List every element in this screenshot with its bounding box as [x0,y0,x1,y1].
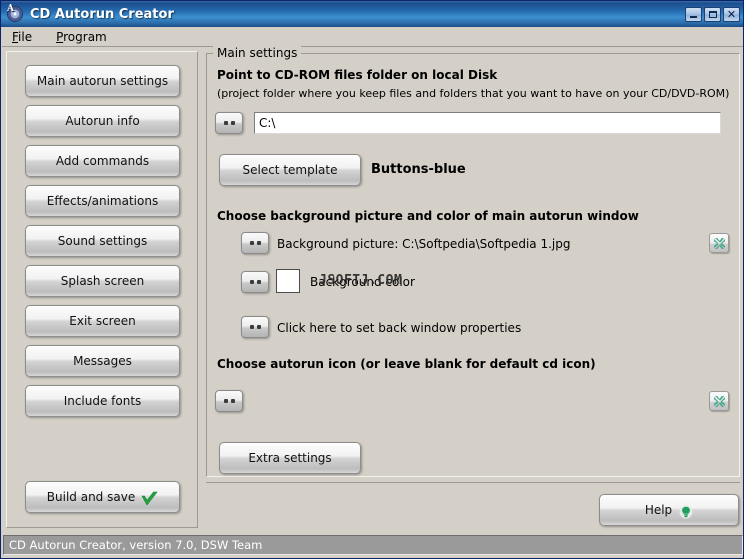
menu-bar: File Program [2,27,743,47]
menu-item-program[interactable]: Program [54,28,117,46]
extra-settings-label: Extra settings [248,451,332,465]
browse-background-color-button[interactable] [241,271,269,293]
background-color-swatch[interactable] [276,269,300,293]
browse-folder-button[interactable] [215,112,243,134]
cd-disc-icon: A [6,4,24,23]
build-and-save-label: Build and save [46,490,136,504]
sidebar-item-effects-animations[interactable]: Effects/animations [25,185,180,217]
sidebar-item-splash-screen[interactable]: Splash screen [25,265,180,297]
menu-program-rest: rogram [63,29,107,44]
sidebar-item-label: Include fonts [63,394,142,408]
help-label: Help [644,503,673,517]
back-window-properties-label: Click here to set back window properties [277,321,522,335]
browse-background-picture-button[interactable] [241,232,269,254]
back-window-properties-button[interactable] [241,316,269,338]
sidebar-item-include-fonts[interactable]: Include fonts [25,385,180,417]
folder-section-heading: Point to CD-ROM files folder on local Di… [217,68,498,82]
browse-autorun-icon-button[interactable] [215,390,243,412]
menu-file-rest: ile [18,29,33,44]
sidebar-item-label: Add commands [55,154,150,168]
help-button[interactable]: Help [599,494,739,526]
application-window: A CD Autorun Creator ✕ File Program Main… [0,0,744,559]
sidebar-item-add-commands[interactable]: Add commands [25,145,180,177]
background-picture-label: Background picture: C:\Softpedia\Softped… [277,237,571,251]
sidebar-item-exit-screen[interactable]: Exit screen [25,305,180,337]
window-title: CD Autorun Creator [30,6,174,22]
sidebar-item-sound-settings[interactable]: Sound settings [25,225,180,257]
select-template-button[interactable]: Select template [219,154,361,186]
clear-autorun-icon-button[interactable] [709,391,729,411]
sidebar-item-label: Splash screen [60,274,145,288]
sidebar-item-messages[interactable]: Messages [25,345,180,377]
clear-background-picture-button[interactable] [709,233,729,253]
background-section-heading: Choose background picture and color of m… [217,209,639,223]
sidebar-item-main-autorun-settings[interactable]: Main autorun settings [25,65,180,97]
extra-settings-button[interactable]: Extra settings [219,442,361,474]
menu-item-file[interactable]: File [10,28,42,46]
sidebar-item-autorun-info[interactable]: Autorun info [25,105,180,137]
sidebar-panel: Main autorun settings Autorun info Add c… [6,51,198,528]
sidebar-item-label: Main autorun settings [36,74,169,88]
minimize-button[interactable] [685,6,702,22]
green-lightbulb-icon [679,505,693,519]
icon-section-heading: Choose autorun icon (or leave blank for … [217,357,596,371]
title-bar: A CD Autorun Creator ✕ [1,1,743,27]
sidebar-item-label: Effects/animations [46,194,159,208]
sidebar-item-label: Exit screen [69,314,136,328]
selected-template-name: Buttons-blue [371,162,466,177]
green-x-icon [713,237,725,249]
sidebar-item-label: Autorun info [65,114,140,128]
main-settings-group-title: Main settings [213,46,302,60]
sidebar-item-label: Sound settings [57,234,148,248]
status-bar: CD Autorun Creator, version 7.0, DSW Tea… [3,535,743,555]
select-template-label: Select template [242,163,338,177]
folder-path-input[interactable] [254,112,721,134]
green-check-icon [141,491,158,506]
build-and-save-button[interactable]: Build and save [25,481,180,513]
green-x-icon [713,395,725,407]
close-button[interactable]: ✕ [723,6,740,22]
sidebar-item-label: Messages [73,354,132,368]
window-controls: ✕ [685,6,740,22]
status-bar-text: CD Autorun Creator, version 7.0, DSW Tea… [9,538,263,552]
folder-section-subtext: (project folder where you keep files and… [217,87,730,100]
maximize-button[interactable] [704,6,721,22]
site-watermark: JSOFTJ.COM [319,273,403,288]
